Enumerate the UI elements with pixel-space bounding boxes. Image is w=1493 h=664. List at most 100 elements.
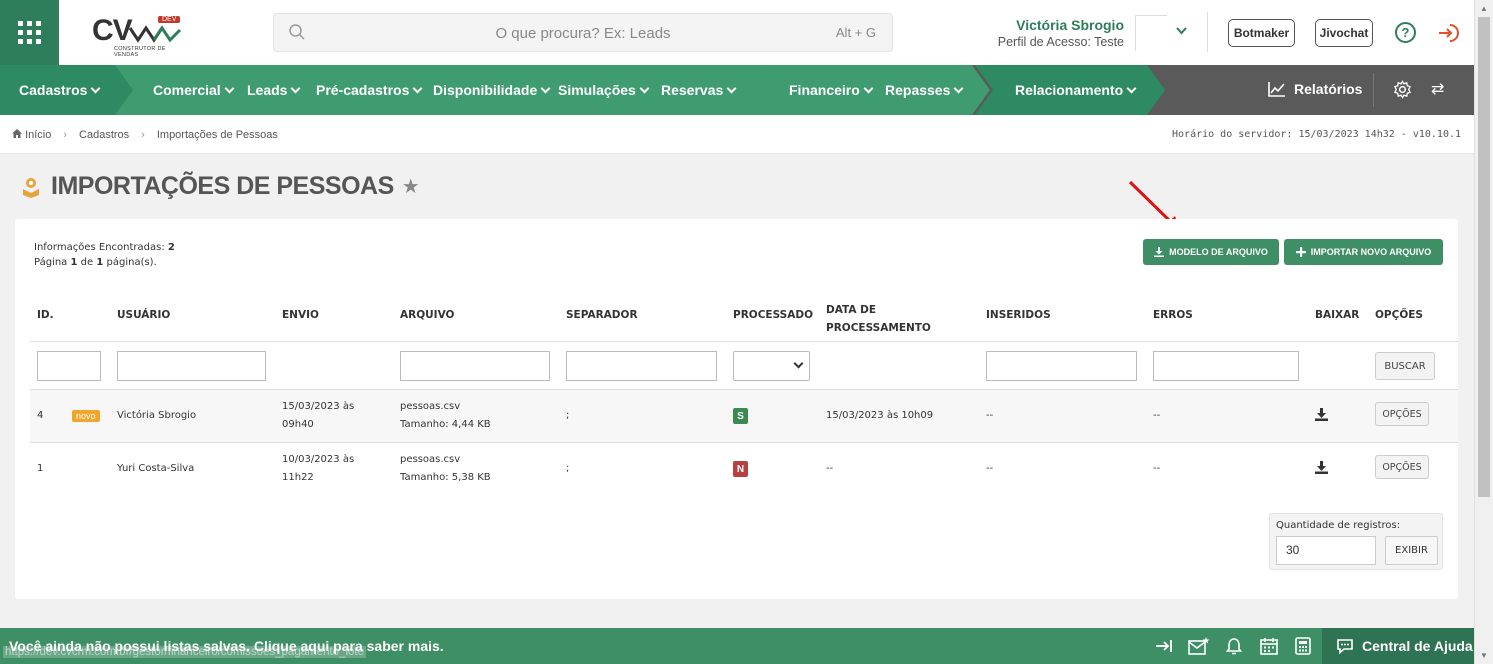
nav-item-reservas[interactable]: Reservas: [661, 82, 737, 98]
results-count: 2: [167, 242, 175, 253]
footer-bar: Você ainda não possui listas salvas. Cli…: [0, 628, 1474, 664]
chevron-down-icon[interactable]: [1176, 23, 1187, 38]
row-file: pessoas.csv Tamanho: 4,44 KB: [400, 401, 491, 430]
import-new-file-button[interactable]: IMPORTAR NOVO ARQUIVO: [1284, 239, 1443, 265]
scroll-up-icon[interactable]: ▲: [1480, 4, 1488, 13]
help-center-button[interactable]: Central de Ajuda: [1322, 628, 1474, 664]
download-icon[interactable]: [1315, 461, 1328, 474]
scroll-thumb[interactable]: [1478, 17, 1490, 497]
filter-user-input[interactable]: [117, 351, 266, 381]
col-header-processed[interactable]: PROCESSADO: [733, 309, 813, 321]
col-header-file[interactable]: ARQUIVO: [400, 309, 454, 321]
page-title: IMPORTAÇÕES DE PESSOAS: [51, 172, 394, 200]
swap-icon[interactable]: ⇄: [1431, 79, 1444, 99]
jivochat-button[interactable]: Jivochat: [1315, 19, 1373, 47]
row-user: Victória Sbrogio: [117, 410, 197, 421]
calendar-icon[interactable]: [1260, 637, 1278, 655]
breadcrumb: Início › Cadastros › Importações de Pess…: [12, 129, 278, 141]
scroll-down-icon[interactable]: ▼: [1480, 651, 1488, 660]
chart-icon: [1268, 82, 1285, 97]
new-badge: novo: [72, 410, 100, 422]
nav-item-financeiro[interactable]: Financeiro: [789, 82, 874, 98]
filter-errors-input[interactable]: [1153, 351, 1299, 381]
favorite-star-icon[interactable]: ★: [402, 174, 420, 199]
gear-icon[interactable]: [1393, 80, 1412, 99]
download-icon[interactable]: [1315, 408, 1328, 421]
row-inserted: --: [986, 463, 994, 474]
nav-item-relacionamento[interactable]: Relacionamento: [1015, 82, 1137, 98]
avatar[interactable]: [1135, 15, 1167, 51]
logo-text: CV: [92, 14, 133, 47]
nav-item-repasses[interactable]: Repasses: [885, 82, 964, 98]
divider: [1207, 12, 1208, 52]
search-button[interactable]: BUSCAR: [1375, 352, 1435, 380]
breadcrumb-bar: Início › Cadastros › Importações de Pess…: [0, 115, 1474, 154]
calculator-icon[interactable]: [1295, 637, 1311, 655]
show-button[interactable]: EXIBIR: [1385, 536, 1438, 565]
filter-file-input[interactable]: [400, 351, 550, 381]
row-inserted: --: [986, 410, 994, 421]
logout-icon[interactable]: [1437, 22, 1459, 44]
download-icon: [1154, 247, 1165, 257]
col-header-errors[interactable]: ERROS: [1153, 309, 1193, 321]
breadcrumb-home[interactable]: Início: [12, 129, 51, 141]
records-per-page: Quantidade de registros: 30 EXIBIR: [1269, 513, 1443, 570]
col-header-options: OPÇÕES: [1375, 309, 1423, 321]
row-separator: ;: [566, 463, 570, 474]
row-id: 1: [37, 463, 44, 474]
nav-item-simulacoes[interactable]: Simulações: [558, 82, 650, 98]
col-header-separator[interactable]: SEPARADOR: [566, 309, 638, 321]
options-button[interactable]: OPÇÕES: [1375, 402, 1429, 426]
user-profile: Perfil de Acesso: Teste: [997, 35, 1124, 49]
row-processed-at: --: [826, 463, 834, 474]
chevron-right-icon: ›: [63, 129, 68, 141]
plus-icon: [1295, 247, 1306, 257]
collapse-icon[interactable]: [1155, 637, 1173, 655]
top-header: CV DEV CONSTRUTOR DE VENDAS O que procur…: [0, 0, 1474, 65]
records-input[interactable]: 30: [1276, 536, 1376, 565]
download-model-button[interactable]: MODELO DE ARQUIVO: [1143, 239, 1279, 265]
main-nav: Cadastros Comercial Leads Pré-cadastros …: [0, 65, 1474, 115]
col-header-processed-at[interactable]: DATA DE PROCESSAMENTO: [826, 301, 931, 337]
row-sent: 10/03/2023 às 11h22: [282, 454, 355, 483]
bell-icon[interactable]: [1226, 637, 1242, 655]
filter-inserted-input[interactable]: [986, 351, 1137, 381]
chevron-down-icon: [793, 358, 804, 369]
mail-star-icon[interactable]: [1188, 637, 1210, 656]
breadcrumb-cadastros[interactable]: Cadastros: [79, 129, 129, 141]
col-header-inserted[interactable]: INSERIDOS: [986, 309, 1051, 321]
filter-processed-select[interactable]: [733, 351, 810, 381]
col-header-id[interactable]: ID.: [37, 309, 54, 321]
col-header-user[interactable]: USUÁRIO: [117, 309, 170, 321]
content-card: Informações Encontradas: 2 Página 1 de 1…: [15, 219, 1458, 599]
results-summary: Informações Encontradas: 2 Página 1 de 1…: [34, 242, 175, 268]
chat-icon: [1337, 639, 1353, 654]
page-scrollbar[interactable]: ▲ ▼: [1474, 0, 1493, 664]
nav-item-disponibilidade[interactable]: Disponibilidade: [433, 82, 551, 98]
apps-menu-button[interactable]: [0, 0, 59, 65]
options-button[interactable]: OPÇÕES: [1375, 455, 1429, 479]
row-id: 4: [37, 410, 44, 421]
row-processed-at: 15/03/2023 às 10h09: [826, 410, 934, 421]
filter-separator-input[interactable]: [566, 351, 717, 381]
botmaker-button[interactable]: Botmaker: [1228, 19, 1295, 47]
nav-item-relatorios[interactable]: Relatórios: [1268, 81, 1362, 97]
nav-item-leads[interactable]: Leads: [247, 82, 301, 98]
user-info[interactable]: Victória Sbrogio Perfil de Acesso: Teste: [998, 17, 1124, 49]
row-file: pessoas.csv Tamanho: 5,38 KB: [400, 454, 491, 483]
row-separator: ;: [566, 410, 570, 421]
grid-icon: [18, 21, 41, 44]
col-header-sent[interactable]: ENVIO: [282, 309, 319, 321]
import-people-icon: [23, 177, 39, 198]
records-label: Quantidade de registros:: [1276, 520, 1401, 531]
filter-id-input[interactable]: [37, 351, 101, 381]
logo[interactable]: CV DEV CONSTRUTOR DE VENDAS: [92, 12, 187, 58]
search-shortcut: Alt + G: [835, 25, 876, 40]
nav-item-comercial[interactable]: Comercial: [153, 82, 235, 98]
nav-item-cadastros[interactable]: Cadastros: [19, 82, 101, 98]
page-header: IMPORTAÇÕES DE PESSOAS ★: [19, 172, 420, 201]
row-user: Yuri Costa-Silva: [117, 463, 195, 474]
global-search-input[interactable]: O que procura? Ex: Leads Alt + G: [273, 13, 893, 52]
nav-item-pre-cadastros[interactable]: Pré-cadastros: [316, 82, 423, 98]
help-icon[interactable]: ?: [1395, 22, 1416, 43]
